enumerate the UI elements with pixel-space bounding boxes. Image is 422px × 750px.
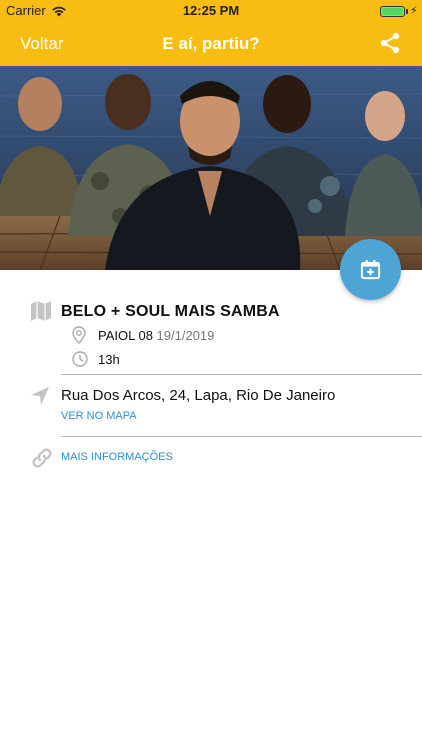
event-title: BELO + SOUL MAIS SAMBA [61,303,280,320]
divider [61,436,422,437]
divider [61,374,422,375]
venue-name: PAIOL 08 [98,328,153,343]
event-date: 19/1/2019 [156,328,215,343]
navigation-arrow-icon [31,387,49,405]
navigation-bar: Voltar E aí, partiu? [0,22,422,66]
view-on-map-link[interactable]: VER NO MAPA [61,410,137,422]
add-to-calendar-button[interactable] [340,239,401,300]
charging-icon: ⚡ [410,5,418,17]
status-bar: Carrier 12:25 PM ⚡ [0,0,422,22]
page-title: E aí, partiu? [162,34,260,53]
more-info-link[interactable]: MAIS INFORMAÇÕES [61,451,173,463]
battery-icon [380,6,405,17]
venue-and-date: PAIOL 08 19/1/2019 [98,328,214,343]
pin-icon [72,326,86,344]
event-banner-image [0,66,422,270]
clock-icon [72,351,88,367]
calendar-add-icon [360,259,381,280]
share-icon[interactable] [378,31,402,55]
event-time: 13h [98,352,120,367]
clock-time: 12:25 PM [182,3,240,18]
battery-tip [406,9,408,14]
map-icon [31,301,51,321]
event-address: Rua Dos Arcos, 24, Lapa, Rio De Janeiro [61,387,336,404]
link-icon [32,448,52,468]
